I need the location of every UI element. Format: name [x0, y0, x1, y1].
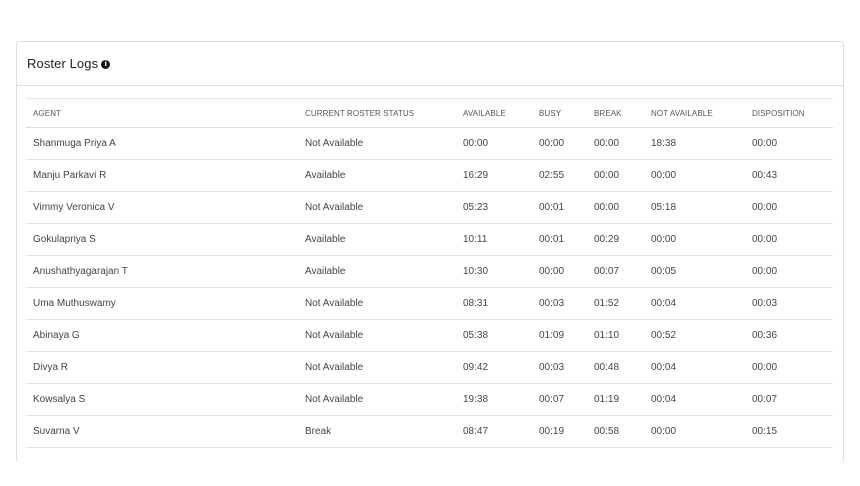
break-time-cell: 01:10: [587, 319, 644, 352]
agent-name-cell: Suvarna V: [26, 415, 298, 448]
disposition-time-cell: 00:00: [745, 127, 833, 160]
not-available-time-cell: 18:38: [644, 127, 745, 160]
break-time-cell: 00:29: [587, 223, 644, 256]
column-header-break[interactable]: BREAK: [587, 98, 644, 128]
table-row[interactable]: Kowsalya S Not Available 19:38 00:07 01:19 00…: [26, 383, 833, 416]
agent-name-cell: Abinaya G: [26, 319, 298, 352]
disposition-time-cell: 00:36: [745, 319, 833, 352]
roster-status-cell: Not Available: [298, 383, 456, 416]
busy-time-cell: 00:00: [532, 255, 587, 288]
roster-status-cell: Break: [298, 415, 456, 448]
agent-name-cell: Shanmuga Priya A: [26, 127, 298, 160]
not-available-time-cell: 00:52: [644, 319, 745, 352]
break-time-cell: 00:58: [587, 415, 644, 448]
roster-status-cell: Not Available: [298, 127, 456, 160]
roster-table-wrapper: AGENT CURRENT ROSTER STATUS AVAILABLE BU…: [26, 98, 833, 448]
disposition-time-cell: 00:07: [745, 383, 833, 416]
roster-table: AGENT CURRENT ROSTER STATUS AVAILABLE BU…: [26, 98, 833, 448]
break-time-cell: 01:52: [587, 287, 644, 320]
info-icon[interactable]: i: [101, 60, 111, 69]
busy-time-cell: 00:00: [532, 127, 587, 160]
not-available-time-cell: 00:00: [644, 159, 745, 192]
busy-time-cell: 00:03: [532, 351, 587, 384]
column-header-disposition[interactable]: DISPOSITION: [745, 98, 833, 128]
table-row[interactable]: Vimmy Veronica V Not Available 05:23 00:01 0…: [26, 191, 833, 224]
column-header-not-available[interactable]: NOT AVAILABLE: [644, 98, 745, 128]
table-row[interactable]: Manju Parkavi R Available 16:29 02:55 00:00 0…: [26, 159, 833, 192]
available-time-cell: 05:38: [456, 319, 532, 352]
roster-status-cell: Not Available: [298, 319, 456, 352]
card-header: Roster Logs i: [17, 42, 843, 86]
table-row[interactable]: Shanmuga Priya A Not Available 00:00 00:00 0…: [26, 127, 833, 160]
busy-time-cell: 00:19: [532, 415, 587, 448]
available-time-cell: 10:11: [456, 223, 532, 256]
busy-time-cell: 00:01: [532, 223, 587, 256]
available-time-cell: 00:00: [456, 127, 532, 160]
busy-time-cell: 00:07: [532, 383, 587, 416]
agent-name-cell: Divya R: [26, 351, 298, 384]
agent-name-cell: Uma Muthuswamy: [26, 287, 298, 320]
column-header-status[interactable]: CURRENT ROSTER STATUS: [298, 98, 456, 128]
available-time-cell: 19:38: [456, 383, 532, 416]
roster-status-cell: Available: [298, 223, 456, 256]
not-available-time-cell: 00:00: [644, 415, 745, 448]
disposition-time-cell: 00:00: [745, 191, 833, 224]
roster-status-cell: Available: [298, 255, 456, 288]
break-time-cell: 01:19: [587, 383, 644, 416]
busy-time-cell: 01:09: [532, 319, 587, 352]
break-time-cell: 00:00: [587, 159, 644, 192]
column-header-available[interactable]: AVAILABLE: [456, 98, 532, 128]
not-available-time-cell: 00:05: [644, 255, 745, 288]
busy-time-cell: 02:55: [532, 159, 587, 192]
available-time-cell: 08:47: [456, 415, 532, 448]
agent-name-cell: Vimmy Veronica V: [26, 191, 298, 224]
column-header-agent[interactable]: AGENT: [26, 98, 298, 128]
agent-name-cell: Kowsalya S: [26, 383, 298, 416]
disposition-time-cell: 00:03: [745, 287, 833, 320]
card-title: Roster Logs: [27, 56, 99, 71]
disposition-time-cell: 00:00: [745, 351, 833, 384]
table-row[interactable]: Suvarna V Break 08:47 00:19 00:58 00:00 00:15: [26, 415, 833, 448]
busy-time-cell: 00:01: [532, 191, 587, 224]
table-row[interactable]: Gokulapriya S Available 10:11 00:01 00:29 00:…: [26, 223, 833, 256]
roster-status-cell: Not Available: [298, 351, 456, 384]
agent-name-cell: Manju Parkavi R: [26, 159, 298, 192]
break-time-cell: 00:07: [587, 255, 644, 288]
roster-status-cell: Not Available: [298, 287, 456, 320]
available-time-cell: 16:29: [456, 159, 532, 192]
roster-status-cell: Available: [298, 159, 456, 192]
not-available-time-cell: 00:04: [644, 287, 745, 320]
not-available-time-cell: 00:04: [644, 351, 745, 384]
disposition-time-cell: 00:43: [745, 159, 833, 192]
table-row[interactable]: Uma Muthuswamy Not Available 08:31 00:03 01:…: [26, 287, 833, 320]
agent-name-cell: Gokulapriya S: [26, 223, 298, 256]
break-time-cell: 00:00: [587, 191, 644, 224]
available-time-cell: 05:23: [456, 191, 532, 224]
agent-name-cell: Anushathyagarajan T: [26, 255, 298, 288]
not-available-time-cell: 00:04: [644, 383, 745, 416]
table-header-row: AGENT CURRENT ROSTER STATUS AVAILABLE BU…: [26, 98, 833, 128]
disposition-time-cell: 00:00: [745, 255, 833, 288]
break-time-cell: 00:48: [587, 351, 644, 384]
column-header-busy[interactable]: BUSY: [532, 98, 587, 128]
disposition-time-cell: 00:15: [745, 415, 833, 448]
table-row[interactable]: Anushathyagarajan T Available 10:30 00:00 00…: [26, 255, 833, 288]
not-available-time-cell: 00:00: [644, 223, 745, 256]
disposition-time-cell: 00:00: [745, 223, 833, 256]
not-available-time-cell: 05:18: [644, 191, 745, 224]
break-time-cell: 00:00: [587, 127, 644, 160]
table-row[interactable]: Abinaya G Not Available 05:38 01:09 01:10 00:…: [26, 319, 833, 352]
available-time-cell: 08:31: [456, 287, 532, 320]
roster-status-cell: Not Available: [298, 191, 456, 224]
busy-time-cell: 00:03: [532, 287, 587, 320]
available-time-cell: 10:30: [456, 255, 532, 288]
available-time-cell: 09:42: [456, 351, 532, 384]
table-row[interactable]: Divya R Not Available 09:42 00:03 00:48 00:04…: [26, 351, 833, 384]
